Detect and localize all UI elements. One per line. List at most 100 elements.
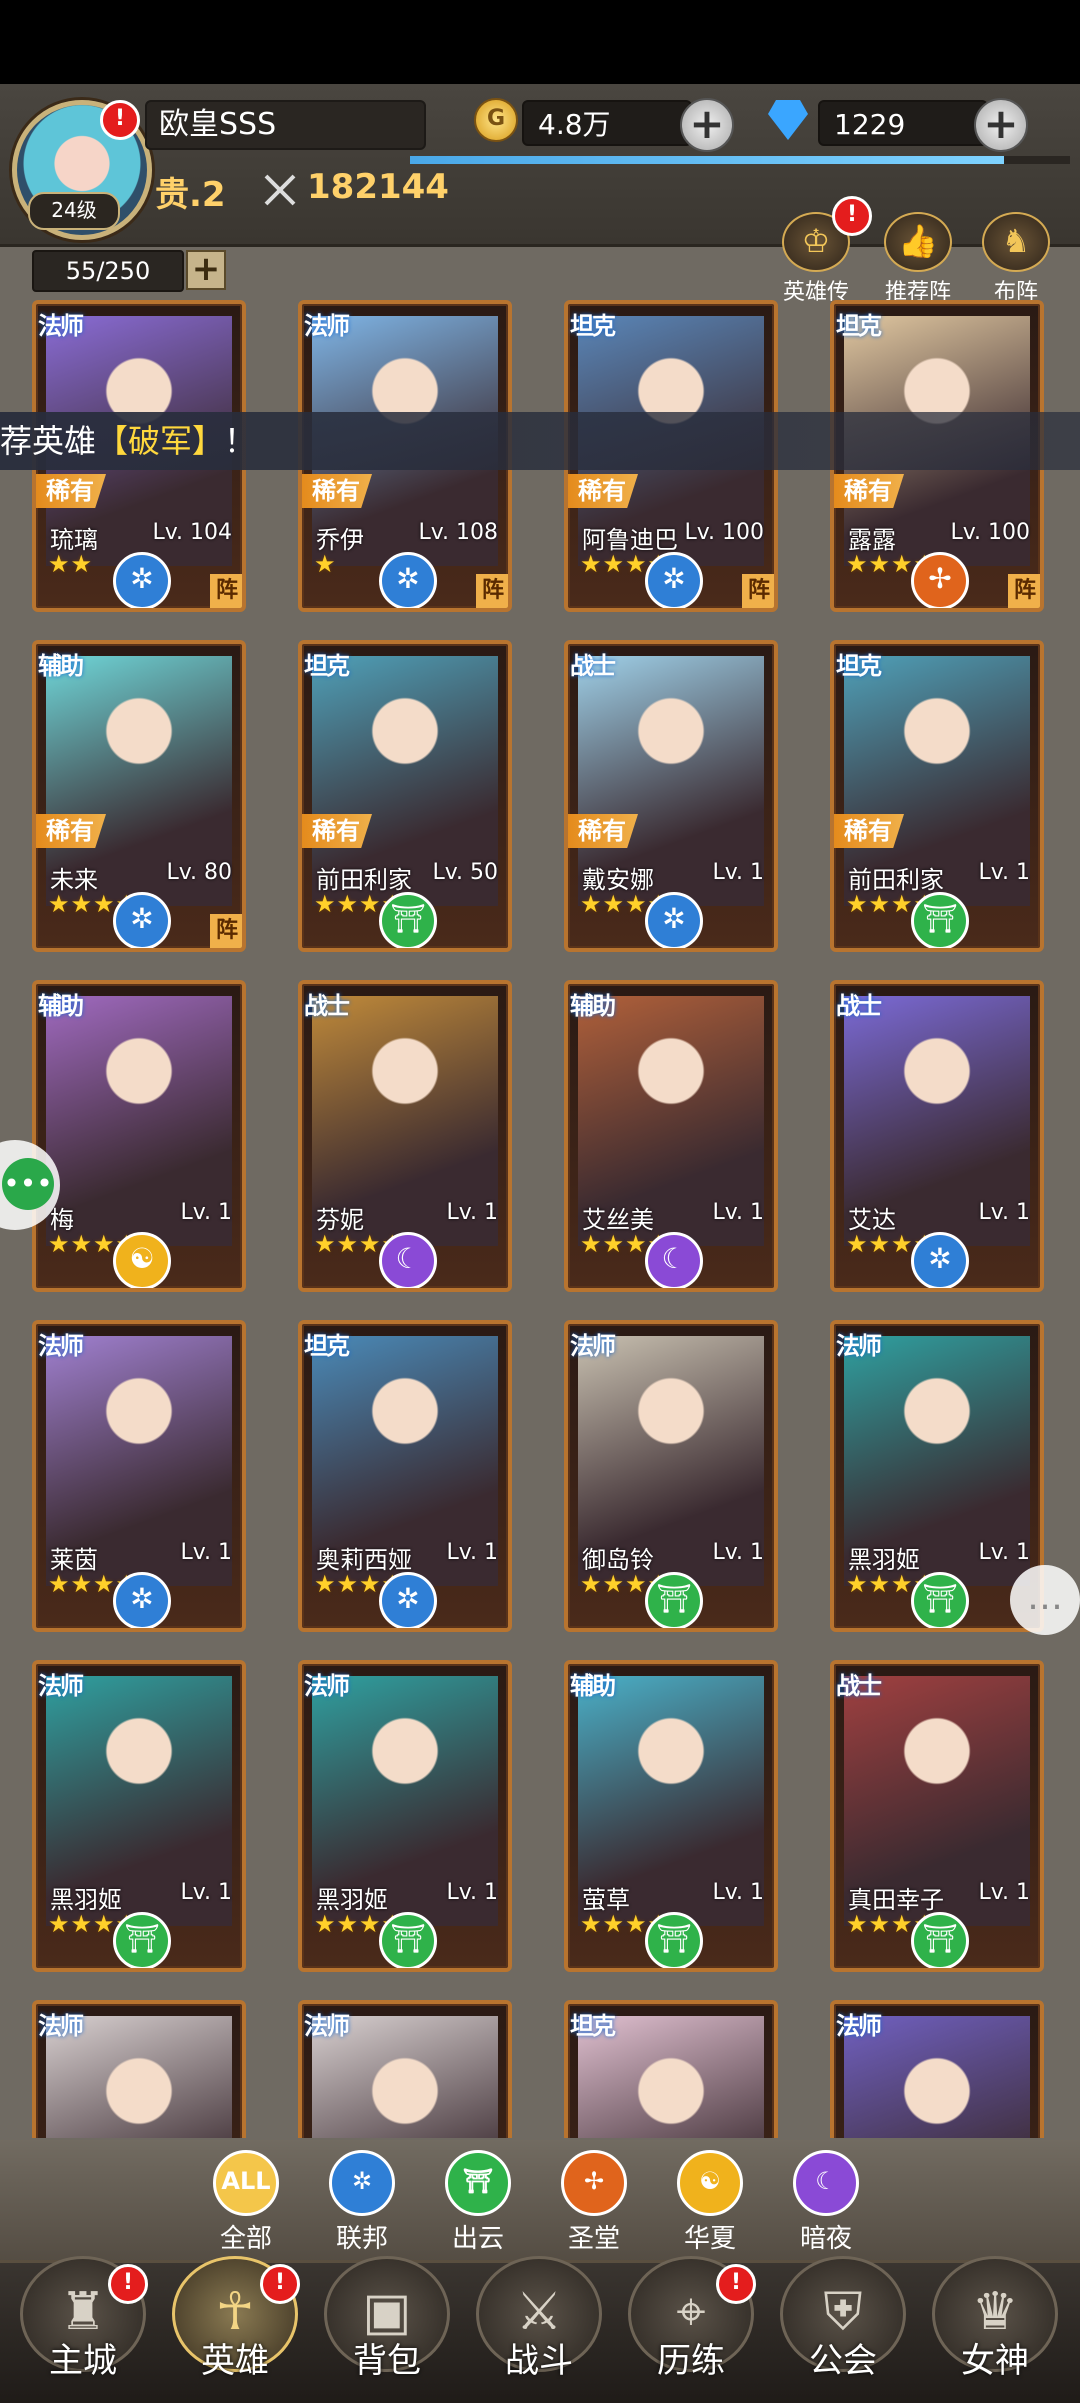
hero-level: Lv. 1: [978, 1880, 1030, 1905]
hero-level: Lv. 50: [432, 860, 498, 885]
nav-1[interactable]: ☥ 英雄!: [170, 2256, 300, 2396]
message-bubble-icon: …: [1027, 1577, 1063, 1618]
in-formation-badge: 阵: [210, 574, 242, 608]
faction-filter-label: 圣堂: [567, 2224, 620, 2254]
hero-role: 坦克: [304, 652, 350, 680]
filter-2[interactable]: ⛩ 出云: [428, 2150, 528, 2255]
hero-level: Lv. 104: [152, 520, 232, 545]
hero-role: 战士: [836, 1672, 882, 1700]
add-gold-button[interactable]: +: [680, 98, 734, 152]
nav-6[interactable]: ♛ 女神: [930, 2256, 1060, 2396]
hero-card[interactable]: 辅助 艾丝美 Lv. 1 ★★★★★ ☾: [564, 980, 778, 1292]
hero-rarity-badge: 稀有: [36, 814, 106, 848]
hero-card[interactable]: 辅助梅 Lv. 1 ★★★★★ ☯: [32, 980, 246, 1292]
hero-role: 战士: [570, 652, 616, 680]
hero-level: Lv. 1: [712, 1880, 764, 1905]
faction-icon: ✲: [379, 1572, 437, 1628]
hero-role: 法师: [38, 2012, 84, 2040]
filter-5[interactable]: ☾ 暗夜: [776, 2150, 876, 2255]
nav-alert-badge: !: [716, 2264, 756, 2304]
faction-filter-bar: [0, 2140, 1080, 2260]
faction-icon: ⛩: [911, 1912, 969, 1968]
hero-level: Lv. 1: [978, 1200, 1030, 1225]
hero-card[interactable]: 法师: [32, 2000, 246, 2138]
nav-label: 历练: [657, 2341, 725, 2381]
chat-icon: •••: [2, 1158, 54, 1210]
gem-amount: 1229: [818, 100, 988, 146]
hero-stars: ★: [314, 550, 337, 578]
faction-icon: ⛩: [645, 1912, 703, 1968]
nav-label: 公会: [809, 2341, 877, 2381]
hero-card[interactable]: 法师: [830, 2000, 1044, 2138]
hero-card[interactable]: 战士 艾达 Lv. 1 ★★★★★ ✲: [830, 980, 1044, 1292]
hero-rarity-badge: 稀有: [36, 474, 106, 508]
hero-card[interactable]: 法师 御岛铃 Lv. 1 ★★★★★ ⛩: [564, 1320, 778, 1632]
hero-role: 战士: [836, 992, 882, 1020]
recommendation-banner[interactable]: 荐英雄【破军】！: [0, 412, 1080, 470]
faction-filter-icon: ⛩: [445, 2150, 511, 2216]
hero-card[interactable]: 法师 黑羽姬 Lv. 1 ★★★★★ ⛩: [298, 1660, 512, 1972]
faction-icon: ⛩: [645, 1572, 703, 1628]
hero-card[interactable]: 战士 稀有 戴安娜 Lv. 1 ★★★★★ ✲: [564, 640, 778, 952]
hero-card[interactable]: 法师: [298, 2000, 512, 2138]
hero-card[interactable]: 法师 莱茵 Lv. 1 ★★★★★ ✲: [32, 1320, 246, 1632]
filter-0[interactable]: ALL 全部: [196, 2150, 296, 2255]
in-formation-badge: 阵: [476, 574, 508, 608]
hero-card[interactable]: 战士 芬妮 Lv. 1 ★★★★★ ☾: [298, 980, 512, 1292]
hero-role: 法师: [304, 2012, 350, 2040]
filter-1[interactable]: ✲ 联邦: [312, 2150, 412, 2255]
hero-card[interactable]: 坦克 稀有 前田利家 Lv. 1 ★★★★★ ⛩: [830, 640, 1044, 952]
hero-role: 坦克: [836, 312, 882, 340]
nav-0[interactable]: ♜ 主城!: [18, 2256, 148, 2396]
formation-button[interactable]: ♞ 布阵: [980, 212, 1052, 306]
hero-role: 法师: [836, 2012, 882, 2040]
nav-4[interactable]: ⌖ 历练!: [626, 2256, 756, 2396]
hero-level: Lv. 1: [446, 1200, 498, 1225]
hero-level: Lv. 1: [712, 1200, 764, 1225]
nav-label: 背包: [353, 2341, 421, 2381]
hero-card[interactable]: 法师 黑羽姬 Lv. 1 ★★★★★ ⛩: [32, 1660, 246, 1972]
hero-count: 55/250: [32, 250, 184, 292]
faction-icon: ☯: [113, 1232, 171, 1288]
faction-filter-icon: ✢: [561, 2150, 627, 2216]
hero-role: 坦克: [836, 652, 882, 680]
avatar-alert-badge: !: [100, 100, 140, 140]
faction-filter-label: 全部: [219, 2224, 272, 2254]
experience-bar: [410, 156, 1070, 164]
add-gems-button[interactable]: +: [974, 98, 1028, 152]
recommended-lineup-button[interactable]: 👍 推荐阵: [882, 212, 954, 306]
hero-role: 辅助: [570, 1672, 616, 1700]
hero-role: 法师: [38, 312, 84, 340]
filter-3[interactable]: ✢ 圣堂: [544, 2150, 644, 2255]
nav-alert-badge: !: [108, 2264, 148, 2304]
player-rank: 贵.2: [155, 175, 226, 215]
nav-3[interactable]: ⚔ 战斗: [474, 2256, 604, 2396]
faction-icon: ✲: [113, 892, 171, 948]
hero-level: Lv. 1: [180, 1540, 232, 1565]
hero-card[interactable]: 坦克 稀有 前田利家 Lv. 50 ★★★★★ ⛩: [298, 640, 512, 952]
nav-label: 女神: [961, 2341, 1029, 2381]
faction-icon: ✲: [645, 552, 703, 608]
faction-filter-label: 暗夜: [799, 2224, 852, 2254]
hero-card[interactable]: 辅助 稀有 未来 Lv. 80 ★★★★★ ✲ 阵: [32, 640, 246, 952]
filter-4[interactable]: ☯ 华夏: [660, 2150, 760, 2255]
hero-card[interactable]: 辅助 萤草 Lv. 1 ★★★★★ ⛩: [564, 1660, 778, 1972]
hero-role: 法师: [836, 1332, 882, 1360]
hero-card[interactable]: 坦克: [564, 2000, 778, 2138]
faction-icon: ⛩: [113, 1912, 171, 1968]
hero-rarity-badge: 稀有: [568, 814, 638, 848]
in-formation-badge: 阵: [742, 574, 774, 608]
hero-rarity-badge: 稀有: [302, 474, 372, 508]
faction-icon: ⛩: [911, 892, 969, 948]
hero-role: 坦克: [570, 2012, 616, 2040]
faction-icon: ⛩: [379, 892, 437, 948]
hero-role: 辅助: [570, 992, 616, 1020]
hero-level: Lv. 1: [712, 1540, 764, 1565]
expand-roster-button[interactable]: +: [186, 250, 226, 290]
hero-level: Lv. 80: [166, 860, 232, 885]
message-bubble-button[interactable]: …: [1010, 1565, 1080, 1635]
nav-2[interactable]: ▣ 背包: [322, 2256, 452, 2396]
hero-card[interactable]: 战士 真田幸子 Lv. 1 ★★★★★ ⛩: [830, 1660, 1044, 1972]
hero-card[interactable]: 坦克 奥莉西娅 Lv. 1 ★★★★★ ✲: [298, 1320, 512, 1632]
nav-5[interactable]: ⛨ 公会: [778, 2256, 908, 2396]
